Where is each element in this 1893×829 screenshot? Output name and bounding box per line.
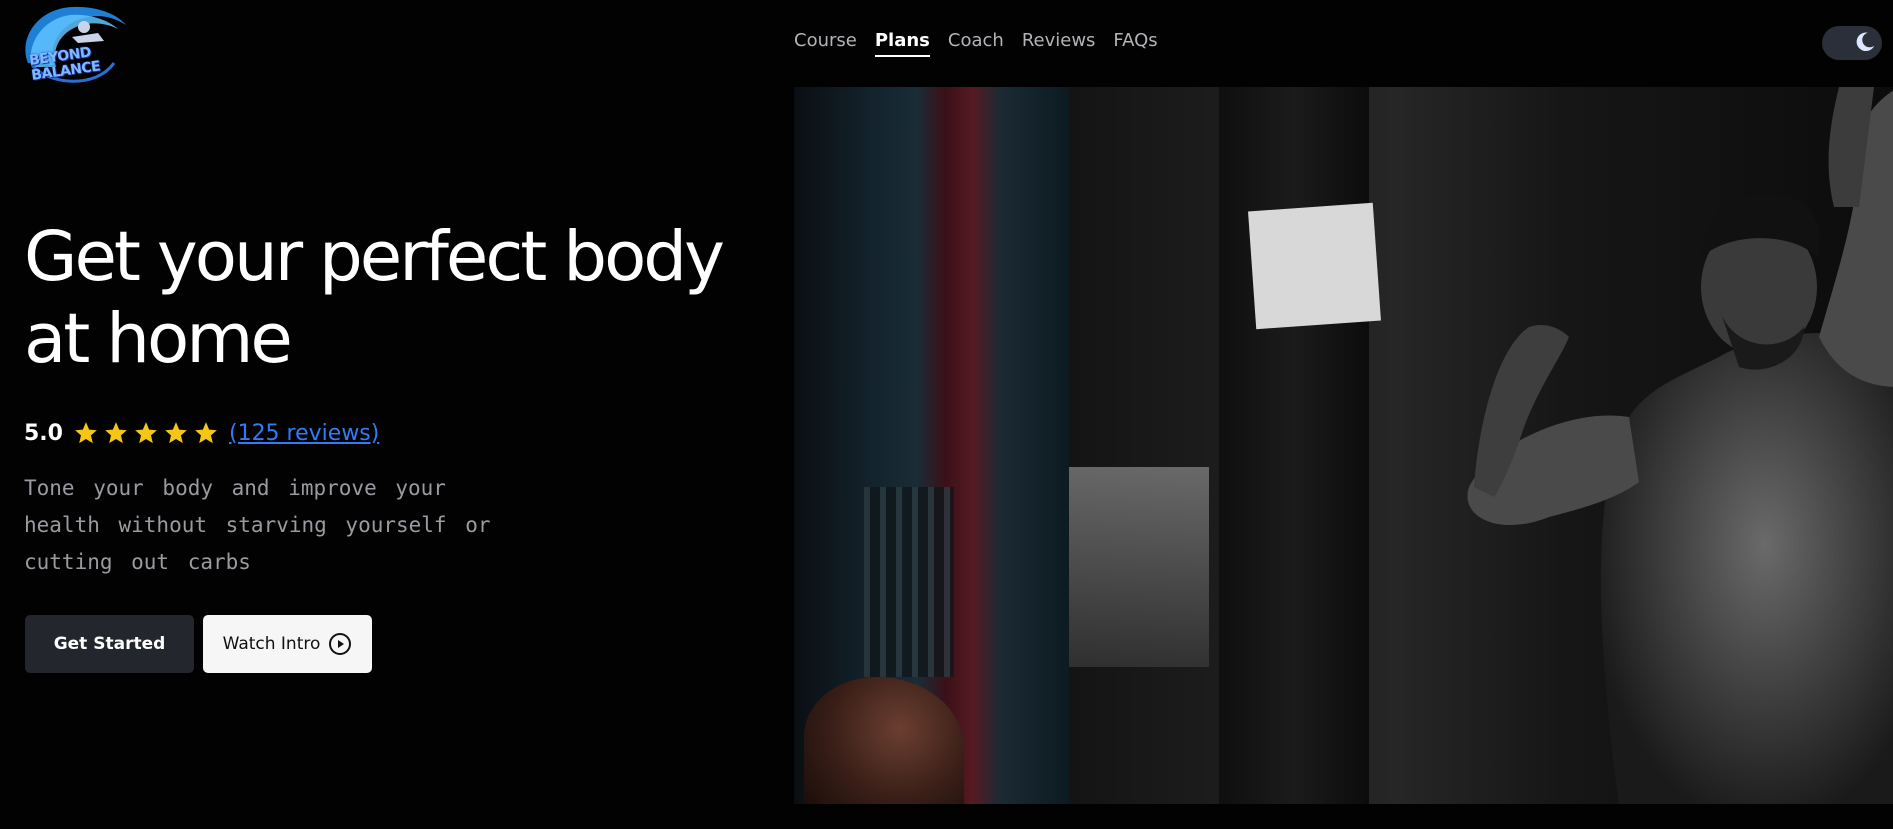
rating-value: 5.0 <box>24 420 63 446</box>
nav-item-reviews[interactable]: Reviews <box>1022 28 1096 54</box>
watch-intro-button[interactable]: Watch Intro <box>203 615 372 673</box>
watch-intro-label: Watch Intro <box>222 634 321 654</box>
star-icon <box>105 422 127 444</box>
get-started-label: Get Started <box>53 634 166 654</box>
reviews-link[interactable]: (125 reviews) <box>229 421 379 446</box>
main-nav: Course Plans Coach Reviews FAQs <box>794 28 1176 57</box>
athlete-photo <box>1069 87 1893 804</box>
theme-toggle[interactable] <box>1822 26 1882 60</box>
nav-item-plans[interactable]: Plans <box>874 28 930 57</box>
hero-subtitle: Tone your body and improve your health w… <box>24 476 491 574</box>
star-icon <box>165 422 187 444</box>
athlete-figure-image <box>1467 87 1893 804</box>
star-icon <box>195 422 217 444</box>
star-icon <box>75 422 97 444</box>
brand-logo[interactable]: BEYOND BALANCE <box>18 3 130 91</box>
nav-item-coach[interactable]: Coach <box>948 28 1004 54</box>
moon-icon <box>1856 32 1875 52</box>
play-circle-icon <box>329 633 352 655</box>
gym-equipment-image <box>864 487 954 677</box>
landing-page: BEYOND BALANCE Course Plans Coach Review… <box>0 0 1893 829</box>
window-image <box>1069 467 1209 667</box>
gym-background-image <box>794 87 1069 804</box>
hero-image <box>794 87 1893 804</box>
get-started-button[interactable]: Get Started <box>25 615 194 673</box>
hero-title: Get your perfect body at home <box>24 217 725 379</box>
star-icon <box>135 422 157 444</box>
knee-image <box>804 677 964 804</box>
rating-row: 5.0 (125 reviews) <box>24 416 379 450</box>
nav-item-course[interactable]: Course <box>794 28 857 54</box>
nav-item-faqs[interactable]: FAQs <box>1113 28 1157 54</box>
bottom-strip <box>794 804 1893 829</box>
